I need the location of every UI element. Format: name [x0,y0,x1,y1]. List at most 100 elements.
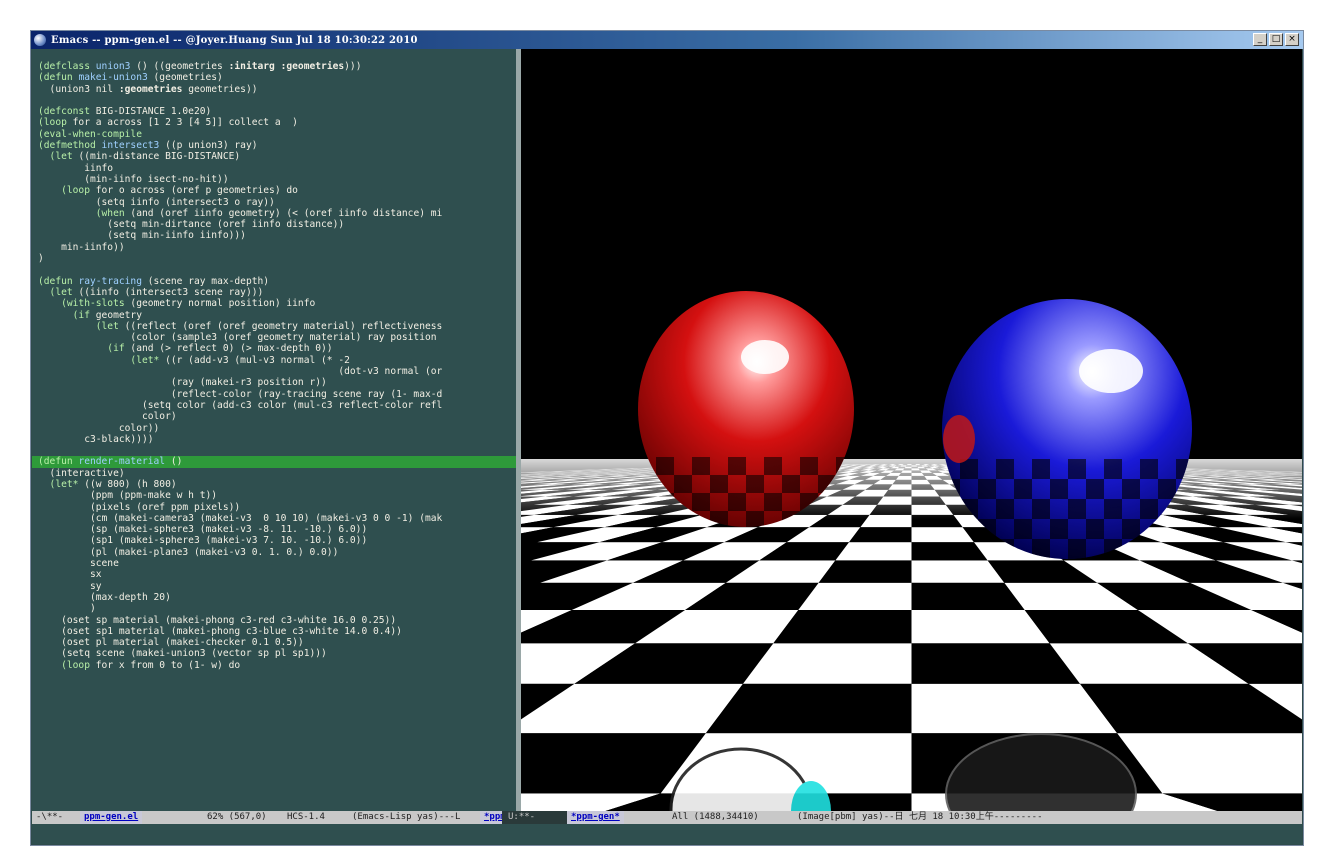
modeline-major-mode-right: (Image[pbm] yas)--日 七月 18 10:30上午-------… [797,812,1043,822]
reflection-tile [1014,519,1032,539]
reflection-tile [1086,479,1104,499]
code-token: (eval-when-compile [38,128,142,140]
image-preview-pane[interactable] [521,49,1302,811]
minimize-button[interactable]: _ [1253,33,1267,46]
code-line[interactable] [38,264,516,275]
code-token: union3 [95,61,131,72]
code-buffer[interactable]: (defclass union3 () ((geometries :initar… [32,61,516,671]
reflection-tile [692,457,710,475]
code-line[interactable]: color)) [38,423,516,434]
reflection-tile [764,457,782,475]
code-token: (ray (makei-r3 position r)) [38,377,327,389]
code-line[interactable]: ) [38,603,516,614]
code-line[interactable] [38,445,516,456]
code-line[interactable]: (defmethod intersect3 ((p union3) ray) [38,140,516,151]
code-line[interactable]: iinfo [38,163,516,174]
code-token: (pixels (oref ppm pixels)) [38,501,241,513]
code-line[interactable]: scene [38,558,516,569]
code-token: BIG-DISTANCE 1.0e20) [95,106,212,118]
modeline-buffer-name-right[interactable]: *ppm-gen* [567,811,624,824]
minibuffer[interactable] [32,824,1302,844]
code-line[interactable]: (pl (makei-plane3 (makei-v3 0. 1. 0.) 0.… [38,547,516,558]
code-line[interactable]: (oset pl material (makei-checker 0.1 0.5… [38,637,516,648]
code-token: (union3 nil [38,83,119,95]
code-token: (let [38,320,125,332]
code-line[interactable]: c3-black)))) [38,434,516,445]
reflection-tile [728,493,746,511]
code-line[interactable]: color) [38,411,516,422]
code-token: geometry [95,309,142,321]
code-token: (geometry normal position) iinfo [130,298,316,310]
maximize-button[interactable]: □ [1269,33,1283,46]
modeline-position-right: All (1488,34410) [672,812,759,822]
code-line[interactable]: sy [38,581,516,592]
code-line[interactable]: ) [38,253,516,264]
reflection-tile [1104,459,1122,479]
reflection-tile [1086,519,1104,539]
code-line[interactable]: (let ((min-distance BIG-DISTANCE) [38,151,516,162]
code-line[interactable]: (defun render-material () [32,456,516,468]
code-line[interactable]: (reflect-color (ray-tracing scene ray (1… [38,389,516,400]
modeline-buffer-name-left[interactable]: ppm-gen.el [80,811,143,824]
code-token: (oset sp1 material (makei-phong c3-blue … [38,625,402,637]
code-line[interactable]: (setq min-dirtance (oref iinfo distance)… [38,219,516,230]
code-token: (cm (makei-camera3 (makei-v3 0 10 10) (m… [38,512,443,524]
code-line[interactable]: (oset sp1 material (makei-phong c3-blue … [38,626,516,637]
code-token: color)) [38,422,160,434]
code-line[interactable]: (loop for a across [1 2 3 [4 5]] collect… [38,117,516,128]
code-token: (max-depth 20) [38,591,171,603]
code-line[interactable]: (defun makei-union3 (geometries) [38,72,516,83]
code-line[interactable]: (if (and (> reflect 0) (> max-depth 0)) [38,343,516,354]
code-token: ) [38,253,44,265]
code-token: (let [38,286,79,298]
close-button[interactable]: × [1285,33,1299,46]
code-line[interactable]: (min-iinfo isect-no-hit)) [38,174,516,185]
reflection-tile [728,457,746,475]
emacs-window: Emacs -- ppm-gen.el -- @Joyer.Huang Sun … [30,30,1304,846]
code-line[interactable]: (with-slots (geometry normal position) i… [38,298,516,309]
code-line[interactable]: (defclass union3 () ((geometries :initar… [38,61,516,72]
window-controls: _ □ × [1253,33,1299,46]
code-line[interactable]: (let ((reflect (oref (oref geometry mate… [38,321,516,332]
code-line[interactable]: (sp (makei-sphere3 (makei-v3 -8. 11. -10… [38,524,516,535]
code-line[interactable]: (setq iinfo (intersect3 o ray)) [38,197,516,208]
code-line[interactable]: (let ((iinfo (intersect3 scene ray))) [38,287,516,298]
code-token: (setq scene (makei-union3 (vector sp pl … [38,648,327,660]
title-bar[interactable]: Emacs -- ppm-gen.el -- @Joyer.Huang Sun … [31,31,1303,49]
code-line[interactable]: (when (and (oref iinfo geometry) (< (ore… [38,208,516,219]
code-line[interactable]: (let* ((w 800) (h 800) [38,479,516,490]
code-line[interactable]: (ppm (ppm-make w h t)) [38,490,516,501]
code-line[interactable]: (ray (makei-r3 position r)) [38,377,516,388]
code-line[interactable]: sx [38,569,516,580]
code-line[interactable]: (setq min-iinfo iinfo))) [38,230,516,241]
code-line[interactable]: (union3 nil :geometries geometries)) [38,84,516,95]
code-line[interactable]: (max-depth 20) [38,592,516,603]
code-line[interactable]: (dot-v3 normal (or [38,366,516,377]
code-editor-pane[interactable]: (defclass union3 () ((geometries :initar… [32,49,516,811]
code-line[interactable]: (color (sample3 (oref geometry material)… [38,332,516,343]
code-line[interactable]: (oset sp material (makei-phong c3-red c3… [38,615,516,626]
code-line[interactable]: min-iinfo)) [38,242,516,253]
modeline-encoding-left: HCS-1.4 [287,812,325,822]
code-line[interactable]: (defun ray-tracing (scene ray max-depth) [38,276,516,287]
code-line[interactable]: (defconst BIG-DISTANCE 1.0e20) [38,106,516,117]
code-line[interactable] [38,95,516,106]
code-line[interactable]: (loop for x from 0 to (1- w) do [38,660,516,671]
code-token: (defmethod [38,140,102,152]
code-line[interactable]: (setq color (add-c3 color (mul-c3 reflec… [38,400,516,411]
code-line[interactable]: (cm (makei-camera3 (makei-v3 0 10 10) (m… [38,513,516,524]
code-line[interactable]: (loop for o across (oref p geometries) d… [38,185,516,196]
code-line[interactable]: (let* ((r (add-v3 (mul-v3 normal (* -2 [38,355,516,366]
reflection-tile [710,475,728,493]
code-token: :initarg :geometries [228,61,345,72]
code-line[interactable]: (interactive) [38,468,516,479]
code-line[interactable]: (setq scene (makei-union3 (vector sp pl … [38,648,516,659]
code-token: :geometries [118,83,183,95]
code-token: iinfo [38,162,114,174]
code-line[interactable]: (if geometry [38,310,516,321]
reflection-tile [656,457,674,475]
code-token: for x from 0 to (1- w) do [95,659,241,671]
code-line[interactable]: (pixels (oref ppm pixels)) [38,502,516,513]
code-line[interactable]: (sp1 (makei-sphere3 (makei-v3 7. 10. -10… [38,535,516,546]
code-line[interactable]: (eval-when-compile [38,129,516,140]
